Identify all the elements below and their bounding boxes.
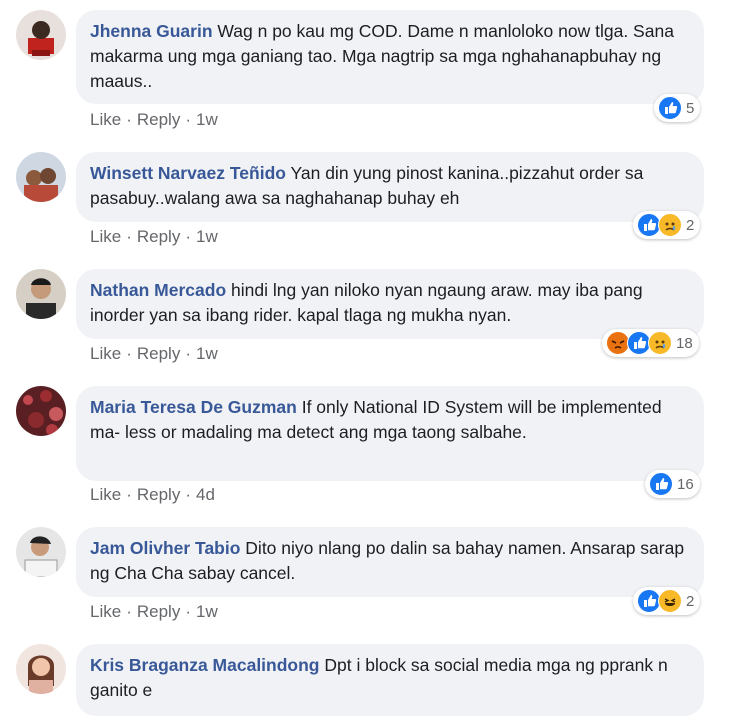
reply-link[interactable]: Reply [137,227,180,246]
comment-author[interactable]: Maria Teresa De Guzman [90,397,297,417]
comment-bubble: Nathan Mercado hindi lng yan niloko nyan… [76,269,704,339]
like-reaction-icon [649,472,673,496]
reply-link[interactable]: Reply [137,344,180,363]
reaction-summary[interactable]: 2 [633,211,701,239]
reaction-summary[interactable]: 5 [654,94,701,122]
comment-bubble: Maria Teresa De Guzman If only National … [76,386,704,481]
comment-author[interactable]: Jam Olivher Tabio [90,538,240,558]
avatar[interactable] [16,386,66,436]
comment-time[interactable]: 1w [196,602,218,621]
comment-actions: Like · Reply · 4d [90,485,215,504]
reply-link[interactable]: Reply [137,485,180,504]
avatar[interactable] [16,644,66,694]
comment-actions: Like · Reply · 1w [90,602,218,621]
comment-bubble: Kris Braganza Macalindong Dpt i block sa… [76,644,704,716]
avatar[interactable] [16,527,66,577]
comment-author[interactable]: Nathan Mercado [90,280,226,300]
comment-time[interactable]: 1w [196,110,218,129]
reaction-summary[interactable]: 18 [602,329,699,357]
comment-bubble: Winsett Narvaez Teñido Yan din yung pino… [76,152,704,222]
reaction-count: 16 [677,475,694,493]
reaction-summary[interactable]: 16 [645,470,700,498]
like-link[interactable]: Like [90,227,121,246]
comment-bubble: Jam Olivher Tabio Dito niyo nlang po dal… [76,527,704,597]
comment-actions: Like · Reply · 1w [90,110,218,129]
reply-link[interactable]: Reply [137,602,180,621]
avatar[interactable] [16,152,66,202]
reaction-count: 18 [676,334,693,352]
sad-reaction-icon [658,213,682,237]
like-link[interactable]: Like [90,485,121,504]
avatar[interactable] [16,269,66,319]
comment-time[interactable]: 4d [196,485,215,504]
like-reaction-icon [658,96,682,120]
comment-bubble: Jhenna Guarin Wag n po kau mg COD. Dame … [76,10,704,104]
comment-author[interactable]: Jhenna Guarin [90,21,213,41]
reaction-summary[interactable]: 2 [633,587,701,615]
comment-actions: Like · Reply · 1w [90,227,218,246]
comment-time[interactable]: 1w [196,227,218,246]
reply-link[interactable]: Reply [137,110,180,129]
like-link[interactable]: Like [90,602,121,621]
sad-reaction-icon [648,331,672,355]
comment-time[interactable]: 1w [196,344,218,363]
like-link[interactable]: Like [90,110,121,129]
reaction-count: 2 [686,216,695,234]
comment-author[interactable]: Winsett Narvaez Teñido [90,163,286,183]
comment-actions: Like · Reply · 1w [90,344,218,363]
avatar[interactable] [16,10,66,60]
reaction-count: 2 [686,592,695,610]
reaction-count: 5 [686,99,695,117]
haha-reaction-icon [658,589,682,613]
comment-author[interactable]: Kris Braganza Macalindong [90,655,320,675]
like-link[interactable]: Like [90,344,121,363]
